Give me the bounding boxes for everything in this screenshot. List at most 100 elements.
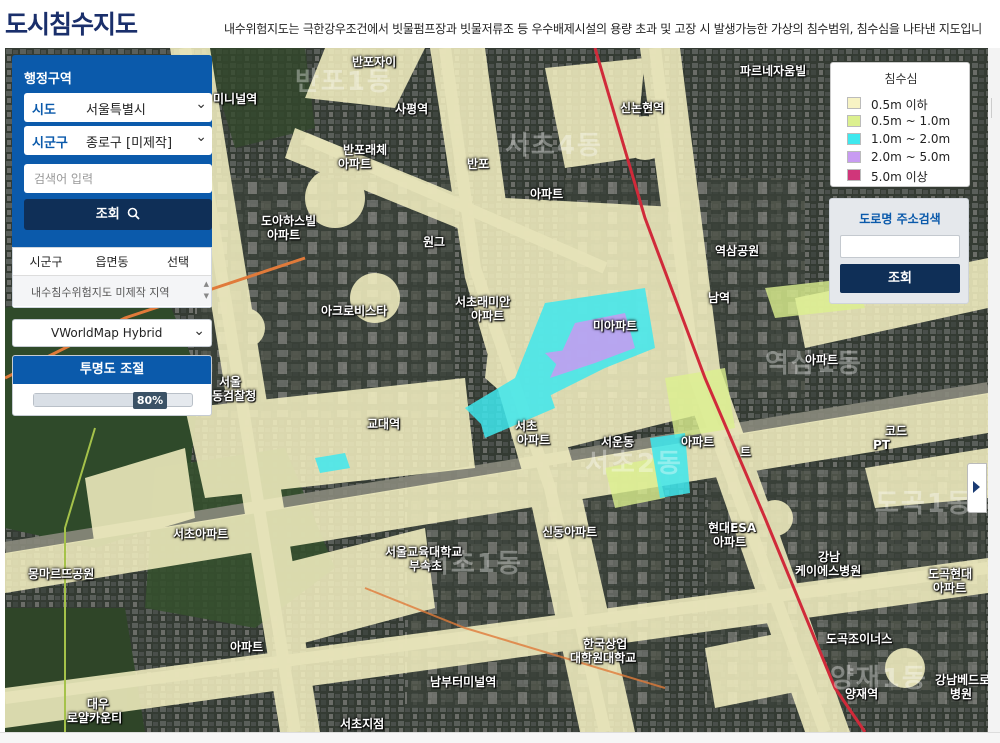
opacity-slider-handle[interactable]: 80%	[133, 392, 167, 409]
map-label-banpo-2[interactable]: 반포	[467, 158, 489, 171]
search-icon	[127, 207, 140, 220]
road-search-button[interactable]: 조회	[840, 264, 960, 293]
map-label-code: 코드	[885, 424, 908, 438]
map-label-korea-commerce[interactable]: 한국상업	[583, 638, 627, 651]
road-search-title: 도로명 주소검색	[859, 212, 941, 226]
map-district-yangjae1: 양재1동	[830, 664, 928, 694]
map-label-station-1[interactable]: 미니널역	[213, 93, 257, 106]
basemap-value: VWorldMap Hybrid	[51, 326, 163, 340]
legend-swatch	[847, 133, 861, 145]
map-label-hospital-2: 병원	[950, 687, 973, 701]
query-button[interactable]: 조회	[24, 199, 212, 230]
opacity-slider[interactable]: 80%	[33, 392, 193, 409]
legend-label: 0.5m 이하	[871, 98, 928, 112]
map-label-sinnonhyeon-station[interactable]: 신논현역	[620, 102, 664, 115]
col-eupmyeondong: 읍면동	[95, 255, 129, 269]
legend-label: 5.0m 이상	[871, 170, 928, 184]
map-label-parnezaum[interactable]: 파르네자움빌	[740, 65, 806, 78]
result-table-body: 내수침수위험지도 미제작 지역 ▲ ▼	[13, 276, 211, 306]
map-label-apt-11: 아파트	[230, 640, 264, 654]
sido-select[interactable]: 시도 서울특별시 ⌄	[24, 93, 212, 122]
map-label-royal-county[interactable]: 로얄카운티	[67, 712, 122, 725]
sido-value: 서울특별시	[86, 103, 146, 118]
map-label-banpo-1[interactable]: 반포래체	[343, 144, 387, 157]
result-table-header: 시군구 읍면동 선택	[13, 248, 211, 276]
map-label-apt-8: 아파트	[681, 435, 715, 449]
map-label-dogok-hyundai[interactable]: 도곡현대	[928, 568, 972, 581]
map-label-won: 원그	[423, 235, 446, 249]
expand-panel-button[interactable]	[967, 463, 987, 513]
map-label-prosecutor[interactable]: 동검찰청	[212, 390, 256, 403]
map-label-acro-vista[interactable]: 아크로비스타	[321, 305, 387, 318]
chevron-down-icon: ⌄	[193, 323, 205, 339]
map-label-apt-3: 아파트	[267, 228, 301, 242]
map-label-ks-hospital[interactable]: 케이에스병원	[795, 565, 861, 578]
map-label-daewoo[interactable]: 대우	[87, 698, 109, 711]
map-label-seocho-raemian[interactable]: 서초래미안	[455, 296, 510, 309]
col-select: 선택	[166, 255, 190, 269]
result-message: 내수침수위험지도 미제작 지역	[31, 286, 170, 299]
map-label-apt-6: 미아파트	[593, 319, 638, 333]
sido-label: 시도	[32, 103, 56, 118]
map-label-apt-2: 아파트	[530, 187, 564, 201]
map-label-seocho-apt: 서초아파트	[173, 527, 229, 541]
map-label-seoul[interactable]: 서울	[219, 376, 241, 389]
map-label-apt-1: 아파트	[338, 157, 372, 171]
map-label-seoul-edu-univ[interactable]: 서울교육대학교	[385, 546, 462, 559]
map-label-doa[interactable]: 도아하스빌	[261, 215, 316, 228]
road-address-input[interactable]	[840, 235, 960, 258]
map-label-gangnam[interactable]: 강남	[818, 551, 840, 564]
map-district-dogok1: 도곡1동	[875, 489, 973, 519]
opacity-panel: 투명도 조절 80%	[12, 355, 212, 416]
legend-title: 침수심	[884, 72, 918, 86]
map-label-apt-4: 아파트	[471, 309, 505, 323]
admin-district-panel: 행정구역 시도 서울특별시 ⌄ 시군구 종로구 [미제작] ⌄ 조회 시군구 읍…	[12, 55, 212, 308]
legend-swatch	[847, 97, 861, 109]
footer-strip	[0, 732, 1000, 743]
map-label-nambu-terminal[interactable]: 남부터미널역	[430, 676, 496, 689]
map-label-sapyeong-station[interactable]: 사평역	[395, 103, 428, 116]
map-label-sindong-apt[interactable]: 신동아파트	[542, 526, 597, 539]
sigungu-select[interactable]: 시군구 종로구 [미제작] ⌄	[24, 126, 212, 155]
scrollbar[interactable]: ▲ ▼	[204, 278, 209, 302]
chevron-down-icon: ⌄	[195, 129, 207, 145]
map-label-yangjae-station[interactable]: 양재역	[845, 688, 878, 701]
map-district-seocho2: 서초2동	[585, 449, 683, 479]
map-label-hyundai-esa[interactable]: 현대ESA	[708, 522, 756, 535]
map-label-seocho-1[interactable]: 서초	[515, 420, 537, 433]
header: 도시침수지도 내수위험지도는 극한강우조건에서 빗물펌프장과 빗물저류조 등 우…	[0, 0, 1000, 48]
map-label-apt-5: 아파트	[805, 353, 839, 367]
sigungu-value: 종로구 [미제작]	[86, 136, 173, 151]
chevron-right-icon	[973, 481, 980, 493]
admin-panel-title: 행정구역	[24, 72, 72, 87]
query-button-label: 조회	[95, 207, 120, 222]
map-label-nam-station[interactable]: 남역	[708, 292, 730, 305]
map-label-t: 트	[740, 445, 752, 459]
basemap-select[interactable]: VWorldMap Hybrid ⌄	[12, 319, 212, 347]
road-address-search-panel: 도로명 주소검색 조회	[829, 198, 969, 304]
sigungu-label: 시군구	[32, 136, 68, 151]
search-input[interactable]	[24, 164, 212, 193]
map-label-banpo-xi[interactable]: 반포자이	[352, 56, 396, 69]
map-label-dogok-joinus[interactable]: 도곡조이너스	[826, 633, 892, 646]
legend-label: 0.5m ~ 1.0m	[871, 114, 951, 128]
app-title: 도시침수지도	[5, 10, 138, 39]
map-label-gangnam-bedro[interactable]: 강남베드로	[935, 674, 988, 687]
map-label-pt: PT	[873, 438, 890, 452]
map-label-elementary: 부속초	[409, 559, 443, 573]
map-label-apt-7: 아파트	[517, 433, 551, 447]
map-label-yeoksam-park[interactable]: 역삼공원	[715, 245, 759, 258]
map-label-grad-school[interactable]: 대학원대학교	[570, 652, 636, 665]
legend-swatch	[847, 169, 861, 181]
legend-label: 2.0m ~ 5.0m	[871, 150, 951, 164]
map-label-apt-10: 아파트	[933, 581, 967, 595]
col-sigungu: 시군구	[29, 255, 63, 269]
map-district-banpo1: 반포1동	[295, 67, 393, 97]
legend-swatch	[847, 151, 861, 163]
map-label-gyodae-station[interactable]: 교대역	[367, 418, 400, 431]
right-sidebar-edge	[988, 48, 1000, 743]
map-label-seoun: 서운동	[601, 435, 635, 449]
opacity-title: 투명도 조절	[13, 356, 211, 384]
legend-label: 1.0m ~ 2.0m	[871, 132, 951, 146]
map-label-montmartre-park[interactable]: 몽마르뜨공원	[28, 568, 94, 581]
